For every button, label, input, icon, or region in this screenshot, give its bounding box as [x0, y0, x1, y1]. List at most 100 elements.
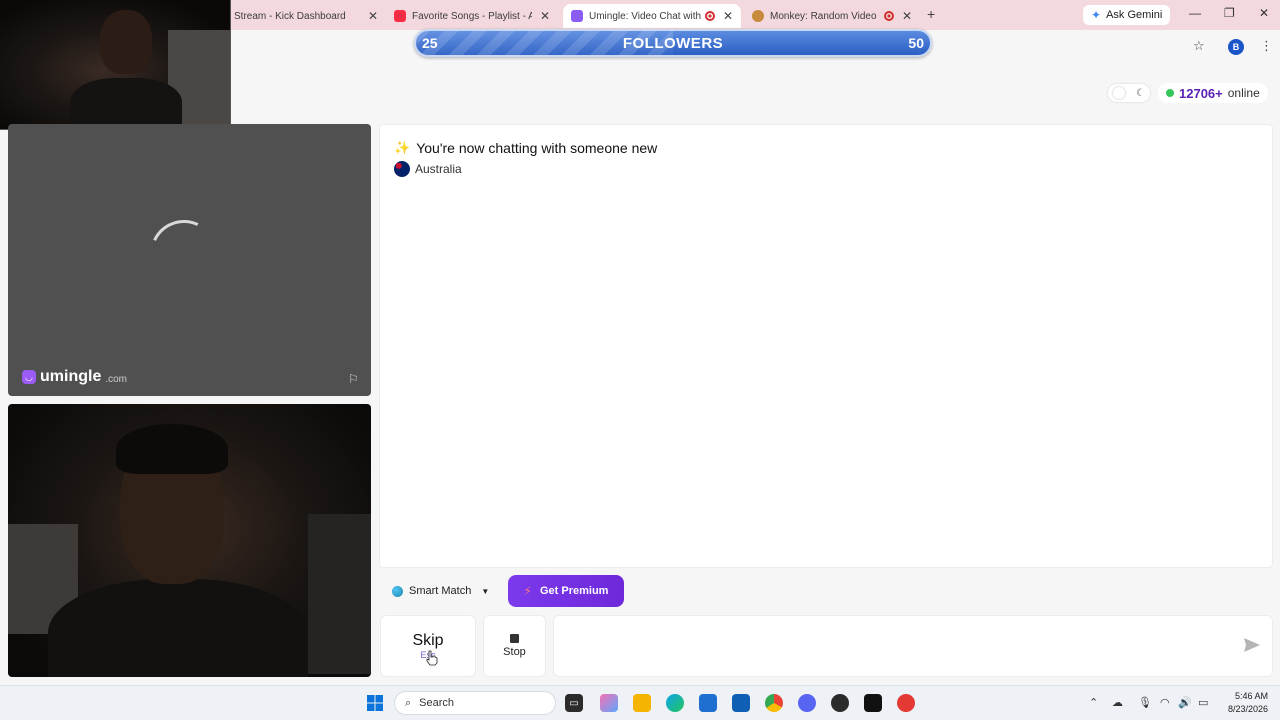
- online-label: online: [1227, 86, 1260, 100]
- system-message: ✨ You're now chatting with someone new: [394, 140, 657, 156]
- smart-match-label: Smart Match: [409, 585, 472, 597]
- person-hair: [116, 424, 228, 474]
- toggle-knob: [1113, 87, 1125, 99]
- stop-button[interactable]: Stop: [483, 615, 546, 677]
- apple-music-icon: [394, 10, 406, 22]
- australia-flag-icon: [394, 161, 410, 177]
- tab-apple-music[interactable]: Favorite Songs - Playlist - Apple ✕: [386, 4, 558, 28]
- followers-goal: 50: [908, 35, 924, 51]
- new-tab-button[interactable]: +: [927, 6, 935, 22]
- system-message-text: You're now chatting with someone new: [416, 140, 658, 156]
- followers-goal-bar: 25 FOLLOWERS 50: [414, 29, 932, 57]
- message-input[interactable]: [564, 632, 1224, 662]
- tab-kick-dashboard[interactable]: Stream - Kick Dashboard ✕: [226, 4, 386, 28]
- sparkle-icon: ✨: [394, 140, 411, 155]
- outlook-icon[interactable]: [732, 694, 750, 712]
- close-tab-icon[interactable]: ✕: [723, 9, 733, 23]
- chevron-up-icon[interactable]: ⌃: [1089, 696, 1098, 709]
- country-name: Australia: [415, 162, 462, 176]
- battery-icon[interactable]: ▭: [1198, 696, 1208, 709]
- search-label: Search: [419, 697, 455, 709]
- store-icon[interactable]: [699, 694, 717, 712]
- kick-icon[interactable]: [864, 694, 882, 712]
- bolt-icon: ⚡: [523, 584, 532, 598]
- followers-label: FOLLOWERS: [622, 34, 724, 52]
- close-tab-icon[interactable]: ✕: [902, 9, 912, 23]
- clock-time: 5:46 AM: [1234, 691, 1268, 701]
- close-tab-icon[interactable]: ✕: [540, 9, 550, 23]
- tab-title: Favorite Songs - Playlist - Apple: [412, 10, 532, 22]
- maximize-icon[interactable]: ❐: [1224, 6, 1235, 20]
- stranger-video: ◡ umingle .com ⚐: [8, 124, 371, 396]
- background-shelf: [308, 514, 371, 674]
- theme-toggle[interactable]: ☾: [1108, 84, 1150, 102]
- umingle-icon: [571, 10, 583, 22]
- taskbar-search[interactable]: ⌕ Search: [394, 691, 556, 715]
- person-head: [100, 10, 152, 74]
- person-body: [48, 579, 308, 677]
- close-window-icon[interactable]: ✕: [1259, 6, 1269, 20]
- microphone-icon[interactable]: 🎙: [1138, 696, 1152, 709]
- person-body: [70, 78, 182, 129]
- message-box: [553, 615, 1273, 677]
- hand-cursor-icon: [426, 650, 438, 666]
- obs-icon[interactable]: [831, 694, 849, 712]
- report-flag-icon[interactable]: ⚐: [348, 372, 362, 386]
- skip-button[interactable]: Skip Esc: [380, 615, 476, 677]
- profile-avatar[interactable]: B: [1228, 39, 1244, 55]
- monkey-icon: [752, 10, 764, 22]
- skip-label: Skip: [412, 632, 444, 649]
- browser-menu-icon[interactable]: ⋮: [1260, 38, 1273, 54]
- edge-icon[interactable]: [666, 694, 684, 712]
- tab-title: Monkey: Random Video Ch: [770, 10, 880, 22]
- clock-date: 8/23/2026: [1227, 704, 1268, 714]
- cloud-icon[interactable]: ☁: [1112, 696, 1123, 709]
- smart-match-dropdown[interactable]: Smart Match ▼: [382, 578, 500, 604]
- umingle-watermark: ◡ umingle .com: [22, 368, 127, 386]
- file-explorer-icon[interactable]: [633, 694, 651, 712]
- premium-label: Get Premium: [539, 585, 609, 597]
- copilot-icon[interactable]: [600, 694, 618, 712]
- followers-current: 25: [422, 35, 438, 51]
- ask-gemini-label: Ask Gemini: [1106, 9, 1163, 21]
- minimize-icon[interactable]: —: [1189, 6, 1201, 20]
- send-icon[interactable]: [1243, 636, 1261, 654]
- chat-panel: ✨ You're now chatting with someone new A…: [379, 124, 1273, 568]
- windows-taskbar: ⌕ Search ▭ ⌃ ☁ 🎙 ◠ 🔊 ▭ 5:46 AM 8/23/2026: [0, 685, 1280, 720]
- online-counter: 12706+ online: [1158, 83, 1268, 103]
- recording-icon: [704, 11, 715, 21]
- recording-icon: [883, 11, 894, 21]
- bookmark-star-icon[interactable]: ☆: [1193, 38, 1205, 54]
- tab-title: Stream - Kick Dashboard: [234, 10, 346, 22]
- get-premium-button[interactable]: ⚡ Get Premium: [508, 575, 624, 607]
- brand-name: umingle: [40, 368, 102, 385]
- volume-icon[interactable]: 🔊: [1178, 696, 1192, 709]
- brand-tld: .com: [105, 373, 128, 385]
- moon-icon: ☾: [1136, 87, 1145, 99]
- self-video: [8, 404, 371, 677]
- webcam-overlay: [0, 0, 231, 130]
- system-clock[interactable]: 5:46 AM 8/23/2026: [1222, 690, 1268, 716]
- tab-umingle[interactable]: Umingle: Video Chat with St ✕: [563, 4, 741, 28]
- windows-start-icon[interactable]: [366, 694, 384, 712]
- search-icon: ⌕: [405, 696, 412, 709]
- stop-label: Stop: [503, 646, 526, 658]
- online-dot: [1166, 89, 1174, 97]
- stop-icon: [510, 634, 519, 643]
- loading-spinner: [140, 210, 228, 298]
- tab-title: Umingle: Video Chat with St: [589, 10, 701, 22]
- online-count: 12706+: [1179, 85, 1223, 101]
- ask-gemini-button[interactable]: ✦ Ask Gemini: [1083, 5, 1171, 25]
- tab-monkey[interactable]: Monkey: Random Video Ch ✕: [744, 4, 920, 28]
- umingle-logo-icon: ◡: [22, 370, 36, 384]
- app-icon[interactable]: [897, 694, 915, 712]
- globe-icon: [392, 585, 403, 597]
- wifi-icon[interactable]: ◠: [1160, 696, 1170, 709]
- stranger-country: Australia: [394, 161, 462, 177]
- task-view-icon[interactable]: ▭: [565, 694, 583, 712]
- discord-icon[interactable]: [798, 694, 816, 712]
- chrome-icon[interactable]: [765, 694, 783, 712]
- gemini-icon: ✦: [1091, 8, 1102, 22]
- caret-down-icon: ▼: [481, 586, 490, 596]
- close-tab-icon[interactable]: ✕: [368, 9, 378, 23]
